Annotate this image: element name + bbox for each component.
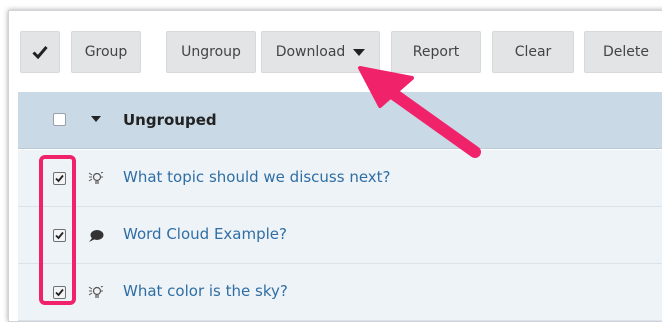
question-link[interactable]: What topic should we discuss next? <box>123 168 391 186</box>
ungroup-button[interactable]: Ungroup <box>166 31 256 73</box>
group-button[interactable]: Group <box>71 31 141 73</box>
speech-bubble-icon <box>88 228 104 247</box>
collapse-triangle-icon[interactable] <box>91 116 101 122</box>
checkbox-highlight-annotation <box>39 155 76 305</box>
lightbulb-icon <box>88 285 104 304</box>
download-button-label: Download <box>275 44 346 60</box>
clear-button-label: Clear <box>514 44 552 60</box>
pointer-arrow-annotation <box>358 66 481 158</box>
group-header-ungrouped[interactable]: Ungrouped <box>18 92 662 149</box>
question-link[interactable]: What color is the sky? <box>123 282 288 300</box>
list-item[interactable]: What topic should we discuss next? <box>18 150 662 207</box>
ungroup-button-label: Ungroup <box>181 44 241 60</box>
app-frame: Group Ungroup Download Report Clear Dele… <box>0 0 662 322</box>
lightbulb-icon <box>88 171 104 190</box>
list-item[interactable]: Word Cloud Example? <box>18 207 662 264</box>
clear-button[interactable]: Clear <box>492 31 574 73</box>
checkmark-icon <box>32 46 48 59</box>
group-checkbox[interactable] <box>53 113 66 126</box>
delete-button[interactable]: Delete <box>584 31 662 73</box>
delete-button-label: Delete <box>603 44 649 60</box>
list-item[interactable]: What color is the sky? <box>18 264 662 321</box>
toolbar: Group Ungroup Download Report Clear Dele… <box>10 20 662 80</box>
question-link[interactable]: Word Cloud Example? <box>123 225 287 243</box>
group-header-label: Ungrouped <box>123 111 217 129</box>
group-button-label: Group <box>84 44 128 60</box>
report-button-label: Report <box>412 44 460 60</box>
select-all-button[interactable] <box>20 31 60 73</box>
caret-down-icon <box>353 48 366 56</box>
